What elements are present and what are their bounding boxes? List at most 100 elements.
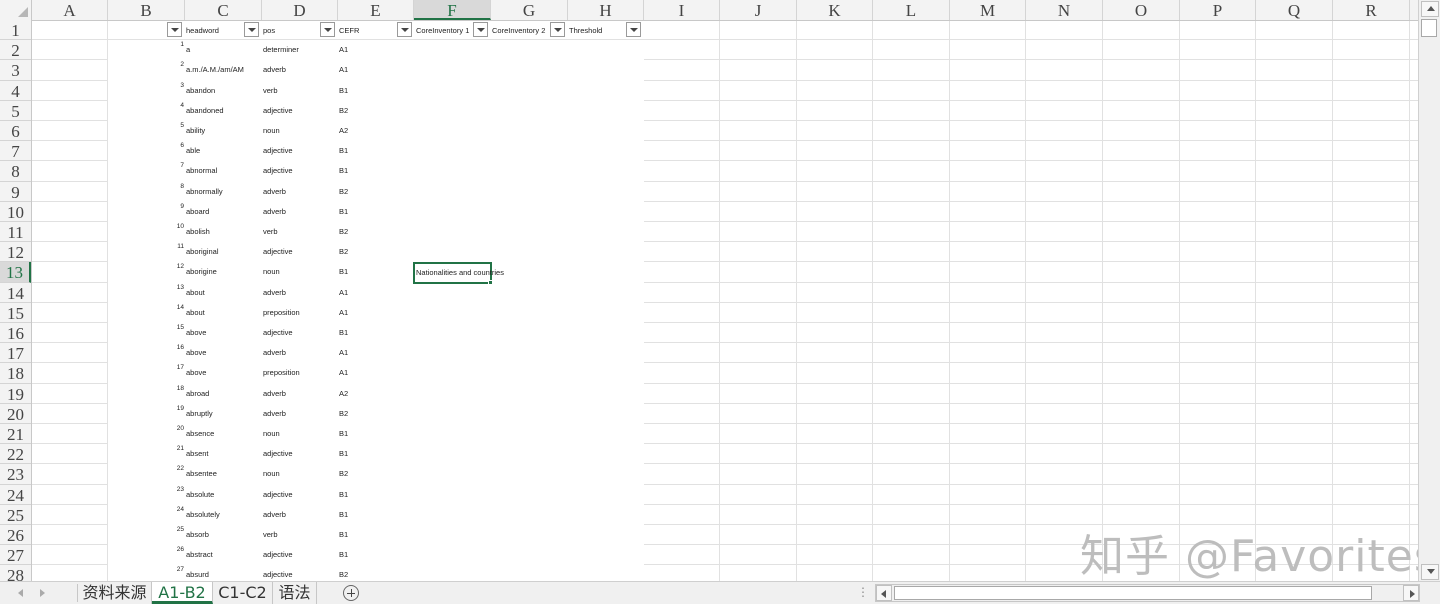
- row-index-cell[interactable]: 23: [172, 486, 184, 494]
- row-header-4[interactable]: 4: [0, 81, 31, 101]
- filter-dropdown-icon[interactable]: [244, 22, 259, 37]
- column-header-r[interactable]: R: [1333, 0, 1410, 20]
- headword-cell[interactable]: abruptly: [186, 409, 213, 419]
- cefr-cell[interactable]: B2: [339, 106, 348, 116]
- pos-cell[interactable]: verb: [263, 86, 278, 96]
- cefr-cell[interactable]: B1: [339, 267, 348, 277]
- pos-cell[interactable]: adjective: [263, 247, 293, 257]
- pos-cell[interactable]: adjective: [263, 570, 293, 580]
- cefr-cell[interactable]: A2: [339, 389, 348, 399]
- headword-cell[interactable]: above: [186, 328, 206, 338]
- row-index-cell[interactable]: 10: [172, 223, 184, 231]
- header-coreinventory-2[interactable]: CoreInventory 2: [492, 26, 545, 36]
- headword-cell[interactable]: abstract: [186, 550, 213, 560]
- spreadsheet-grid[interactable]: ABCDEFGHIJKLMNOPQR 1 2 3 4 5 6 7 8 9 10 11 12 13 14 15…: [0, 0, 1418, 581]
- column-header-d[interactable]: D: [262, 0, 338, 20]
- headword-cell[interactable]: aboriginal: [186, 247, 219, 257]
- row-header-9[interactable]: 9: [0, 182, 31, 202]
- cefr-cell[interactable]: A1: [339, 348, 348, 358]
- row-index-cell[interactable]: 27: [172, 566, 184, 574]
- headword-cell[interactable]: abnormal: [186, 166, 217, 176]
- splitter-handle-icon[interactable]: ⋮: [857, 585, 869, 599]
- cefr-cell[interactable]: B1: [339, 328, 348, 338]
- cefr-cell[interactable]: B1: [339, 166, 348, 176]
- headword-cell[interactable]: abolish: [186, 227, 210, 237]
- row-header-8[interactable]: 8: [0, 161, 31, 182]
- headword-cell[interactable]: absolutely: [186, 510, 220, 520]
- column-header-a[interactable]: A: [32, 0, 108, 20]
- row-index-cell[interactable]: 19: [172, 405, 184, 413]
- row-index-cell[interactable]: 13: [172, 284, 184, 292]
- row-header-11[interactable]: 11: [0, 222, 31, 243]
- header-cefr[interactable]: CEFR: [339, 26, 359, 36]
- pos-cell[interactable]: adjective: [263, 106, 293, 116]
- row-index-cell[interactable]: 4: [172, 102, 184, 110]
- headword-cell[interactable]: abandoned: [186, 106, 224, 116]
- row-header-14[interactable]: 14: [0, 283, 31, 303]
- row-index-cell[interactable]: 20: [172, 425, 184, 433]
- row-header-19[interactable]: 19: [0, 384, 31, 404]
- column-header-l[interactable]: L: [873, 0, 950, 20]
- headword-cell[interactable]: above: [186, 368, 206, 378]
- column-header-p[interactable]: P: [1180, 0, 1256, 20]
- pos-cell[interactable]: adjective: [263, 146, 293, 156]
- pos-cell[interactable]: adverb: [263, 510, 286, 520]
- add-sheet-icon[interactable]: [343, 585, 359, 601]
- filter-dropdown-icon[interactable]: [320, 22, 335, 37]
- pos-cell[interactable]: adverb: [263, 207, 286, 217]
- horizontal-scroll-thumb[interactable]: [894, 586, 1372, 600]
- cefr-cell[interactable]: B1: [339, 490, 348, 500]
- headword-cell[interactable]: abandon: [186, 86, 215, 96]
- cefr-cell[interactable]: B1: [339, 510, 348, 520]
- headword-cell[interactable]: absence: [186, 429, 214, 439]
- pos-cell[interactable]: adverb: [263, 288, 286, 298]
- row-header-17[interactable]: 17: [0, 343, 31, 364]
- filter-dropdown-icon[interactable]: [626, 22, 641, 37]
- row-header-13[interactable]: 13: [0, 262, 31, 283]
- filter-dropdown-icon[interactable]: [473, 22, 488, 37]
- column-header-e[interactable]: E: [338, 0, 414, 20]
- headword-cell[interactable]: absurd: [186, 570, 209, 580]
- header-threshold[interactable]: Threshold: [569, 26, 602, 36]
- headword-cell[interactable]: absent: [186, 449, 209, 459]
- row-header-24[interactable]: 24: [0, 485, 31, 505]
- column-header-f[interactable]: F: [414, 0, 491, 20]
- row-index-cell[interactable]: 12: [172, 263, 184, 271]
- scroll-left-button[interactable]: [876, 585, 892, 601]
- cefr-cell[interactable]: A1: [339, 45, 348, 55]
- headword-cell[interactable]: aborigine: [186, 267, 217, 277]
- row-index-cell[interactable]: 11: [172, 243, 184, 251]
- cell-area[interactable]: [32, 20, 1418, 581]
- pos-cell[interactable]: determiner: [263, 45, 299, 55]
- headword-cell[interactable]: absolute: [186, 490, 214, 500]
- row-header-15[interactable]: 15: [0, 303, 31, 323]
- headword-cell[interactable]: abroad: [186, 389, 209, 399]
- headword-cell[interactable]: absentee: [186, 469, 217, 479]
- row-header-2[interactable]: 2: [0, 40, 31, 61]
- tab-sources[interactable]: 资料来源: [78, 582, 152, 604]
- row-index-cell[interactable]: 24: [172, 506, 184, 514]
- row-index-cell[interactable]: 17: [172, 364, 184, 372]
- pos-cell[interactable]: adverb: [263, 409, 286, 419]
- row-index-cell[interactable]: 2: [172, 61, 184, 69]
- row-index-cell[interactable]: 1: [172, 41, 184, 49]
- row-index-cell[interactable]: 6: [172, 142, 184, 150]
- row-index-cell[interactable]: 9: [172, 203, 184, 211]
- row-header-21[interactable]: 21: [0, 424, 31, 445]
- cefr-cell[interactable]: A1: [339, 288, 348, 298]
- row-index-cell[interactable]: 25: [172, 526, 184, 534]
- pos-cell[interactable]: adjective: [263, 449, 293, 459]
- pos-cell[interactable]: adverb: [263, 65, 286, 75]
- row-header-10[interactable]: 10: [0, 202, 31, 222]
- cefr-cell[interactable]: B2: [339, 409, 348, 419]
- headword-cell[interactable]: a: [186, 45, 190, 55]
- filter-dropdown-icon[interactable]: [397, 22, 412, 37]
- row-header-6[interactable]: 6: [0, 121, 31, 142]
- cefr-cell[interactable]: B2: [339, 187, 348, 197]
- vertical-scrollbar[interactable]: [1418, 0, 1440, 581]
- column-header-m[interactable]: M: [950, 0, 1026, 20]
- cefr-cell[interactable]: A1: [339, 308, 348, 318]
- column-header-n[interactable]: N: [1026, 0, 1103, 20]
- cefr-cell[interactable]: B1: [339, 550, 348, 560]
- column-header-c[interactable]: C: [185, 0, 262, 20]
